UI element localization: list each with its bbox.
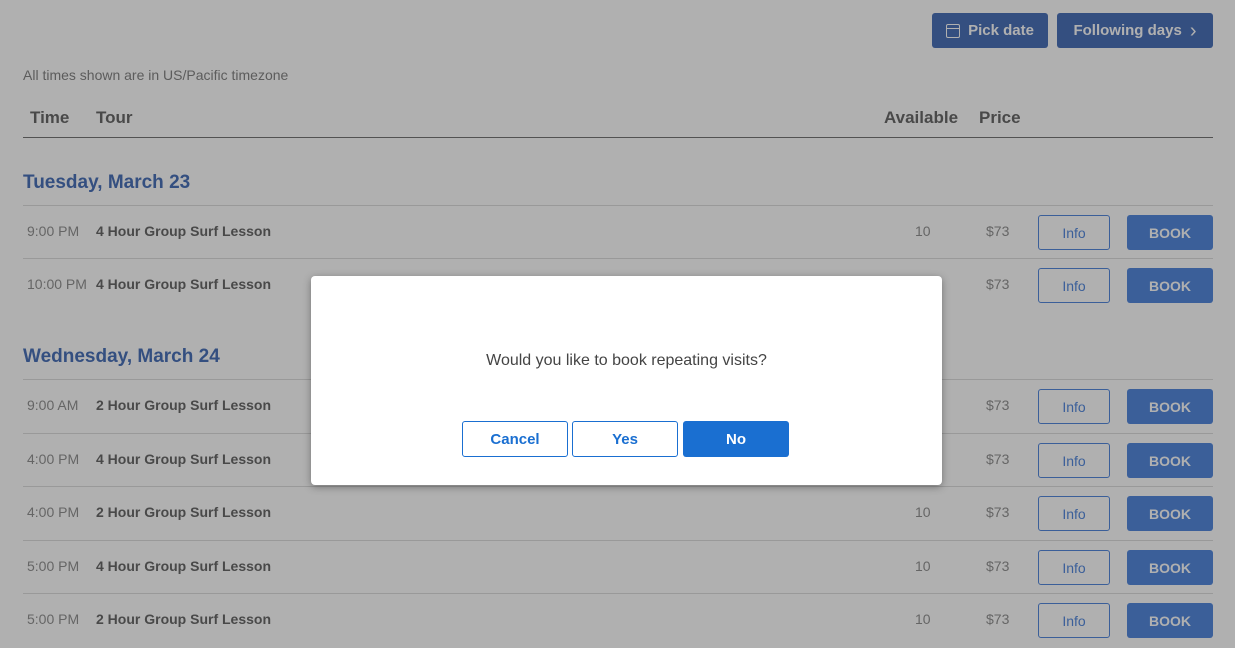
repeat-visits-dialog: Would you like to book repeating visits?… — [311, 276, 942, 485]
yes-button[interactable]: Yes — [572, 421, 678, 457]
booking-page: Pick date Following days › All times sho… — [0, 0, 1235, 648]
no-button[interactable]: No — [683, 421, 789, 457]
dialog-message: Would you like to book repeating visits? — [486, 352, 767, 369]
cancel-button[interactable]: Cancel — [462, 421, 568, 457]
